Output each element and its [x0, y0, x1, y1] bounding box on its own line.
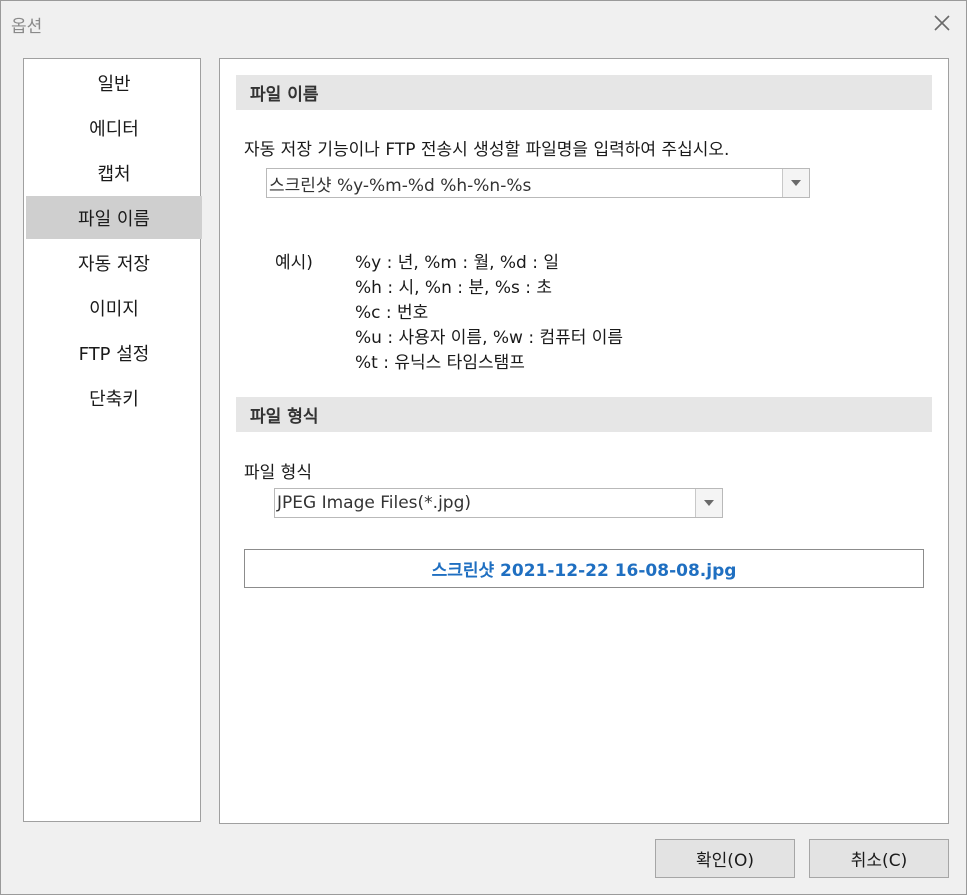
- sidebar-item-general[interactable]: 일반: [26, 61, 202, 104]
- format-label: 파일 형식: [244, 463, 312, 483]
- sidebar-item-label: 캡처: [97, 163, 131, 185]
- filename-pattern-value[interactable]: 스크린샷 %y-%m-%d %h-%n-%s: [267, 171, 782, 196]
- settings-panel: 파일 이름 자동 저장 기능이나 FTP 전송시 생성할 파일명을 입력하여 주…: [219, 58, 949, 824]
- dropdown-button[interactable]: [695, 489, 722, 517]
- chevron-down-icon: [791, 180, 801, 186]
- sidebar-item-label: FTP 설정: [78, 343, 150, 365]
- example-line: %t : 유닉스 타임스탬프: [355, 353, 525, 373]
- cancel-button[interactable]: 취소(C): [809, 839, 949, 878]
- sidebar-item-ftp[interactable]: FTP 설정: [26, 331, 202, 374]
- example-line: %y : 년, %m : 월, %d : 일: [355, 253, 560, 273]
- options-dialog: 옵션 일반 에디터 캡처 파일 이름 자동 저장 이미지 FTP 설정 단축키 …: [0, 0, 967, 895]
- ok-button[interactable]: 확인(O): [655, 839, 795, 878]
- filename-description: 자동 저장 기능이나 FTP 전송시 생성할 파일명을 입력하여 주십시오.: [244, 140, 730, 160]
- dropdown-button[interactable]: [782, 169, 809, 197]
- filename-preview: 스크린샷 2021-12-22 16-08-08.jpg: [244, 549, 924, 588]
- close-icon: [934, 15, 950, 31]
- file-format-value[interactable]: JPEG Image Files(*.jpg): [275, 493, 695, 513]
- sidebar-item-label: 자동 저장: [78, 253, 150, 275]
- title-bar[interactable]: 옵션: [1, 1, 966, 45]
- sidebar-item-capture[interactable]: 캡처: [26, 151, 202, 194]
- sidebar-item-autosave[interactable]: 자동 저장: [26, 241, 202, 284]
- sidebar-item-image[interactable]: 이미지: [26, 286, 202, 329]
- sidebar-item-label: 파일 이름: [78, 208, 150, 230]
- example-line: %u : 사용자 이름, %w : 컴퓨터 이름: [355, 328, 624, 348]
- filename-pattern-combobox[interactable]: 스크린샷 %y-%m-%d %h-%n-%s: [266, 168, 810, 198]
- filename-section-header: 파일 이름: [236, 75, 932, 110]
- chevron-down-icon: [704, 500, 714, 506]
- sidebar-item-editor[interactable]: 에디터: [26, 106, 202, 149]
- format-section-header: 파일 형식: [236, 397, 932, 432]
- sidebar-item-label: 에디터: [89, 118, 139, 140]
- sidebar-item-shortcuts[interactable]: 단축키: [26, 376, 202, 419]
- category-sidebar: 일반 에디터 캡처 파일 이름 자동 저장 이미지 FTP 설정 단축키: [23, 58, 202, 822]
- sidebar-item-label: 이미지: [89, 298, 139, 320]
- sidebar-item-label: 일반: [97, 73, 131, 95]
- file-format-combobox[interactable]: JPEG Image Files(*.jpg): [274, 488, 723, 518]
- example-label: 예시): [275, 253, 313, 273]
- example-line: %c : 번호: [355, 303, 429, 323]
- sidebar-item-label: 단축키: [89, 388, 139, 410]
- window-title: 옵션: [11, 17, 43, 37]
- sidebar-item-filename[interactable]: 파일 이름: [26, 196, 202, 239]
- example-line: %h : 시, %n : 분, %s : 초: [355, 278, 553, 298]
- close-button[interactable]: [924, 7, 960, 39]
